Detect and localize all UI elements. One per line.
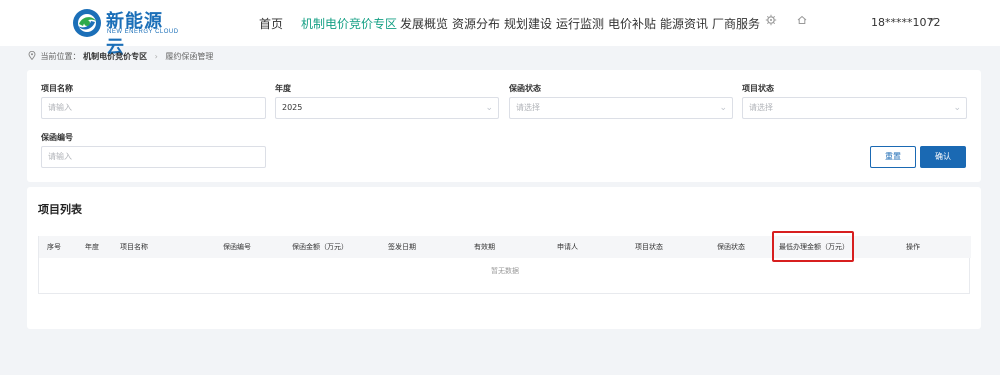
nav-item-resources[interactable]: 资源分布 bbox=[452, 15, 500, 32]
project-name-label: 项目名称 bbox=[41, 84, 73, 93]
column-header: 项目名称 bbox=[120, 243, 148, 251]
nav-item-bidding-zone[interactable]: 机制电价竞价专区 bbox=[301, 15, 397, 32]
guarantee-no-label: 保函编号 bbox=[41, 133, 73, 142]
chevron-down-icon[interactable] bbox=[927, 15, 936, 27]
breadcrumb-prefix: 当前位置： bbox=[40, 52, 81, 61]
nav-item-planning[interactable]: 规划建设 bbox=[504, 15, 552, 32]
nav-item-subsidy[interactable]: 电价补贴 bbox=[608, 15, 656, 32]
highlight-box bbox=[772, 231, 854, 262]
column-header: 签发日期 bbox=[388, 243, 416, 251]
nav-item-home[interactable]: 首页 bbox=[259, 15, 283, 32]
filter-panel: 项目名称 请输入 年度 2025 ⌄ 保函状态 请选择 ⌄ 项目状态 请选择 ⌄… bbox=[27, 70, 981, 182]
project-status-label: 项目状态 bbox=[742, 84, 774, 93]
reset-button[interactable]: 重置 bbox=[870, 146, 916, 168]
project-status-placeholder: 请选择 bbox=[749, 103, 773, 112]
confirm-button[interactable]: 确认 bbox=[920, 146, 966, 168]
logo-icon bbox=[73, 9, 101, 37]
column-header: 申请人 bbox=[557, 243, 578, 251]
breadcrumb-section[interactable]: 机制电价竞价专区 bbox=[83, 51, 147, 62]
breadcrumb-current: 履约保函管理 bbox=[165, 52, 214, 61]
guarantee-status-select[interactable]: 请选择 ⌄ bbox=[509, 97, 733, 119]
project-status-select[interactable]: 请选择 ⌄ bbox=[742, 97, 967, 119]
year-label: 年度 bbox=[275, 84, 291, 93]
nav-item-development[interactable]: 发展概览 bbox=[400, 15, 448, 32]
home-icon[interactable] bbox=[795, 14, 809, 28]
column-header: 年度 bbox=[85, 243, 99, 251]
column-header: 序号 bbox=[47, 243, 61, 251]
chevron-down-icon: ⌄ bbox=[485, 103, 493, 113]
settings-icon[interactable] bbox=[764, 14, 778, 28]
chevron-down-icon: ⌄ bbox=[953, 103, 961, 113]
brand-logo[interactable]: 新能源云 NEW ENERGY CLOUD bbox=[70, 5, 180, 58]
nav-item-monitoring[interactable]: 运行监测 bbox=[556, 15, 604, 32]
column-header: 操作 bbox=[906, 243, 920, 251]
list-title: 项目列表 bbox=[38, 203, 82, 216]
location-pin-icon bbox=[28, 50, 36, 62]
column-header: 保函编号 bbox=[223, 243, 251, 251]
nav-item-vendor[interactable]: 厂商服务 bbox=[712, 15, 760, 32]
guarantee-no-input[interactable]: 请输入 bbox=[41, 146, 266, 168]
breadcrumb: 当前位置： 机制电价竞价专区 › 履约保函管理 bbox=[28, 50, 214, 63]
chevron-down-icon: ⌄ bbox=[719, 103, 727, 113]
guarantee-status-placeholder: 请选择 bbox=[516, 103, 540, 112]
top-header: 新能源云 NEW ENERGY CLOUD 首页 机制电价竞价专区 发展概览 资… bbox=[0, 0, 1000, 58]
project-name-input[interactable]: 请输入 bbox=[41, 97, 266, 119]
column-header: 保函状态 bbox=[717, 243, 745, 251]
guarantee-status-label: 保函状态 bbox=[509, 84, 541, 93]
breadcrumb-separator-icon: › bbox=[154, 52, 158, 61]
nav-item-news[interactable]: 能源资讯 bbox=[660, 15, 708, 32]
year-select[interactable]: 2025 ⌄ bbox=[275, 97, 499, 119]
empty-state-text: 暂无数据 bbox=[491, 267, 519, 275]
column-header: 保函金额（万元） bbox=[292, 243, 348, 251]
brand-name-en: NEW ENERGY CLOUD bbox=[107, 29, 179, 35]
column-header: 项目状态 bbox=[635, 243, 663, 251]
column-header: 有效期 bbox=[474, 243, 495, 251]
year-select-value: 2025 bbox=[282, 103, 303, 112]
